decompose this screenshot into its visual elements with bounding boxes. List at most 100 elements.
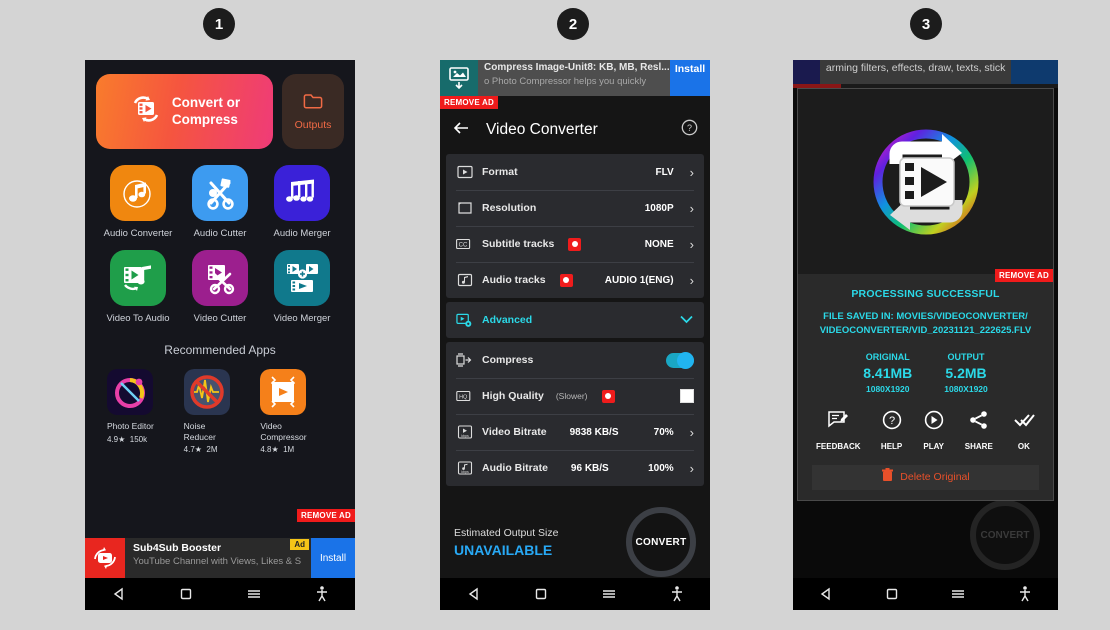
advanced-gear-icon: [456, 313, 473, 328]
ad-text: arming filters, effects, draw, texts, st…: [825, 62, 1006, 74]
music-notes-icon: [274, 165, 330, 221]
ad-install-button[interactable]: Install: [311, 538, 355, 578]
remove-ad-button[interactable]: REMOVE AD: [440, 96, 498, 109]
nav-back-triangle-icon[interactable]: [818, 586, 834, 602]
bitrate-value: 9838 KB/S: [569, 426, 619, 438]
convert-card-label: Convert or Compress: [171, 94, 241, 127]
recommended-app-noise-reducer[interactable]: Noise Reducer 4.7★ 2M: [183, 369, 257, 454]
setting-row-audio-tracks[interactable]: Audio tracks AUDIO 1(ENG) ›: [446, 262, 704, 298]
recommended-app-photo-editor[interactable]: Photo Editor 4.9★ 150k: [107, 369, 180, 454]
setting-row-format[interactable]: Format FLV ›: [446, 154, 704, 190]
tool-audio-merger[interactable]: Audio Merger: [263, 165, 341, 239]
convert-button[interactable]: CONVERT: [626, 507, 696, 577]
action-share[interactable]: SHARE: [965, 410, 993, 451]
action-feedback[interactable]: FEEDBACK: [816, 410, 861, 451]
remove-ad-button[interactable]: REMOVE AD: [297, 509, 355, 522]
ad-app-icon: [793, 60, 820, 84]
compress-toggle[interactable]: [666, 351, 694, 369]
nav-recents-icon[interactable]: [245, 586, 263, 602]
folder-icon: [303, 92, 323, 113]
ad-badge-icon: [559, 273, 573, 287]
tool-video-merger[interactable]: Video Merger: [263, 250, 341, 324]
bottom-ad-banner[interactable]: Sub4Sub Booster YouTube Channel with Vie…: [85, 538, 355, 578]
nav-home-square-icon[interactable]: [533, 586, 549, 602]
setting-label: Video Bitrate: [482, 426, 547, 438]
audio-track-icon: [456, 273, 473, 288]
advanced-section[interactable]: Advanced: [446, 302, 704, 338]
size-label: OUTPUT: [947, 351, 985, 362]
nav-accessibility-icon[interactable]: [314, 585, 330, 603]
nav-back-triangle-icon[interactable]: [111, 586, 127, 602]
help-circle-icon[interactable]: ?: [681, 119, 698, 141]
recommended-app-video-compressor[interactable]: Video Compressor 4.8★ 1M: [260, 369, 333, 454]
setting-row-video-bitrate[interactable]: kbps Video Bitrate 9838 KB/S 70% ›: [446, 414, 704, 450]
resolution-icon: [456, 201, 473, 216]
size-value: 8.41MB: [863, 364, 913, 381]
estimate-block: Estimated Output Size UNAVAILABLE: [454, 527, 558, 558]
top-ad-banner[interactable]: arming filters, effects, draw, texts, st…: [793, 60, 1058, 84]
setting-row-high-quality[interactable]: HQ High Quality (Slower): [446, 378, 704, 414]
setting-value: NONE: [644, 238, 674, 250]
action-label: PLAY: [923, 441, 944, 451]
tool-label: Audio Merger: [273, 228, 331, 239]
video-compressor-icon: [260, 369, 307, 415]
setting-row-subtitle-tracks[interactable]: CC Subtitle tracks NONE ›: [446, 226, 704, 262]
nav-back-triangle-icon[interactable]: [466, 586, 482, 602]
ad-text-block: Compress Image-Unit8: KB, MB, Resl... o …: [478, 60, 670, 96]
play-circle-icon: [923, 410, 945, 435]
back-arrow-icon[interactable]: [452, 120, 470, 141]
original-size-block: ORIGINAL 8.41MB 1080X1920: [863, 352, 912, 394]
tool-audio-cutter[interactable]: Audio Cutter: [181, 165, 259, 239]
ad-install-button[interactable]: [1011, 60, 1058, 84]
tool-video-cutter[interactable]: Video Cutter: [181, 250, 259, 324]
ad-install-button[interactable]: Install: [670, 60, 710, 96]
tool-audio-converter[interactable]: Audio Converter: [99, 165, 177, 239]
bitrate-percent: 70%: [653, 426, 674, 438]
convert-or-compress-button[interactable]: Convert or Compress: [96, 74, 273, 149]
remove-ad-button[interactable]: REMOVE AD: [995, 269, 1053, 282]
video-merger-icon: [274, 250, 330, 306]
photo-editor-icon: [107, 369, 153, 415]
action-help[interactable]: ? HELP: [881, 410, 903, 451]
nav-recents-icon[interactable]: [600, 586, 618, 602]
size-dimensions: 1080X1920: [944, 383, 988, 394]
ad-title: Sub4Sub Booster: [133, 542, 222, 554]
chevron-down-icon: [679, 311, 694, 329]
page-title: Video Converter: [486, 121, 598, 138]
setting-row-resolution[interactable]: Resolution 1080P ›: [446, 190, 704, 226]
recommended-apps-grid: Photo Editor 4.9★ 150k Noise Reducer 4.7…: [85, 357, 355, 454]
bitrate-percent: 100%: [648, 462, 674, 474]
svg-text:kbps: kbps: [461, 434, 469, 438]
nav-recents-icon[interactable]: [949, 586, 967, 602]
tool-video-to-audio[interactable]: Video To Audio: [99, 250, 177, 324]
action-ok[interactable]: OK: [1013, 410, 1035, 451]
delete-original-button[interactable]: Delete Original: [812, 464, 1039, 490]
size-label: ORIGINAL: [865, 351, 910, 362]
app-name: Noise Reducer: [183, 421, 216, 442]
action-label: HELP: [880, 441, 903, 451]
step-number: 3: [921, 15, 931, 33]
nav-accessibility-icon[interactable]: [1017, 585, 1033, 603]
nav-home-square-icon[interactable]: [178, 586, 194, 602]
sub4sub-icon: [85, 538, 125, 578]
advanced-toggle-row[interactable]: Advanced: [446, 302, 704, 338]
setting-row-audio-bitrate[interactable]: kbps Audio Bitrate 96 KB/S 100% ›: [446, 450, 704, 486]
action-label: SHARE: [964, 441, 993, 451]
setting-value: 1080P: [644, 202, 674, 214]
advanced-label: Advanced: [482, 314, 533, 326]
chevron-right-icon: ›: [689, 424, 694, 440]
background-convert-button[interactable]: CONVERT: [970, 500, 1040, 570]
action-label: OK: [1017, 441, 1030, 451]
compress-icon: [456, 352, 473, 368]
app-rating: 4.9★ 150k: [107, 434, 148, 444]
nav-home-square-icon[interactable]: [884, 586, 900, 602]
music-note-circle-icon: [110, 165, 166, 221]
action-play[interactable]: PLAY: [923, 410, 945, 451]
share-icon: [968, 410, 990, 435]
trash-icon: [881, 467, 894, 487]
top-ad-banner[interactable]: Compress Image-Unit8: KB, MB, Resl... o …: [440, 60, 710, 96]
high-quality-checkbox[interactable]: [680, 389, 694, 403]
setting-row-compress[interactable]: Compress: [446, 342, 704, 378]
outputs-button[interactable]: Outputs: [282, 74, 344, 149]
nav-accessibility-icon[interactable]: [669, 585, 685, 603]
